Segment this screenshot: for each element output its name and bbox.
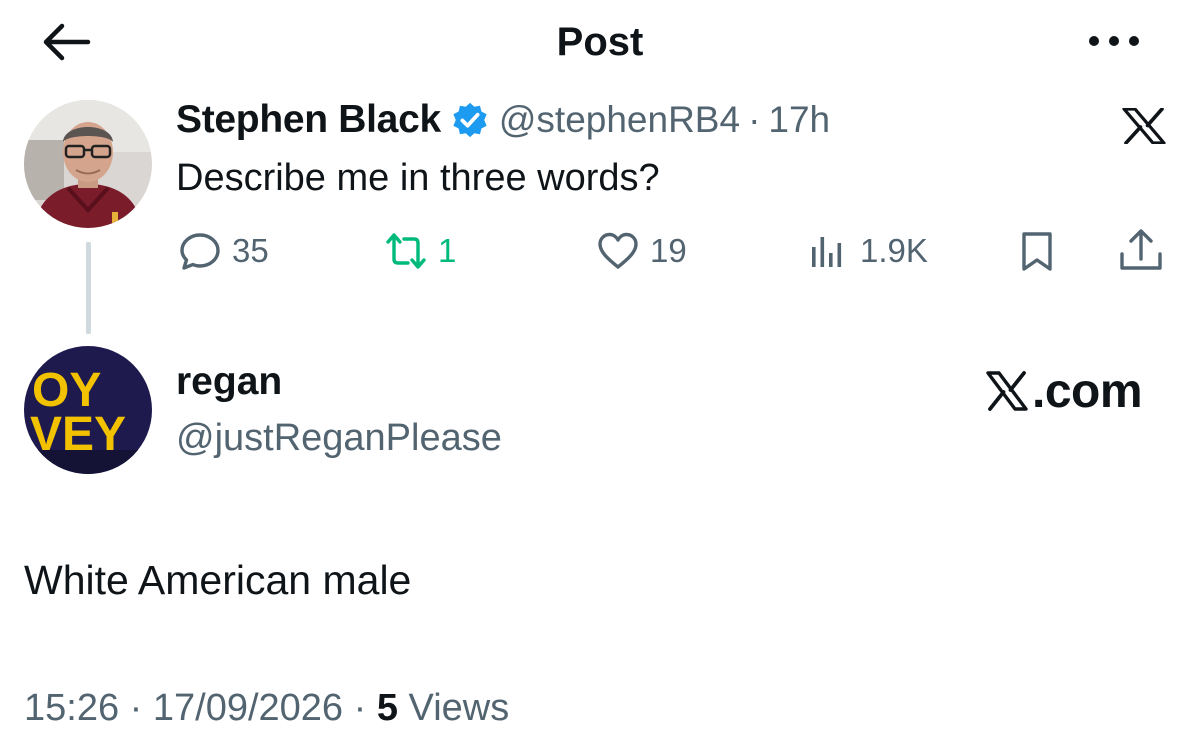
like-count: 19 (650, 232, 687, 269)
meta-views-label: Views (408, 687, 510, 729)
meta-separator: · (129, 687, 143, 729)
repost-count: 1 (438, 232, 457, 269)
reply-button[interactable]: 35 (178, 226, 269, 276)
share-button[interactable] (1116, 228, 1166, 274)
avatar-text-vey: VEY (30, 408, 126, 461)
repost-button[interactable]: 1 (384, 226, 456, 276)
bookmark-icon (1022, 232, 1052, 271)
reply-icon (180, 233, 220, 270)
meta-separator: · (353, 687, 367, 729)
meta-views-count[interactable]: 5 (377, 687, 398, 729)
more-options-button[interactable] (1084, 26, 1144, 56)
author-handle[interactable]: @stephenRB4 (499, 99, 740, 141)
meta-date: 17/09/2026 (152, 687, 344, 729)
avatar-regan[interactable]: OY VEY (24, 346, 152, 474)
post-time[interactable]: 17h (768, 99, 830, 141)
post-text: Describe me in three words? (176, 157, 660, 199)
thread-connector-line (86, 242, 91, 334)
reply-author-handle[interactable]: @justReganPlease (176, 414, 502, 462)
more-horizontal-icon (1089, 36, 1139, 46)
share-icon (1120, 229, 1162, 270)
separator-dot: · (748, 99, 761, 140)
original-post-header: Stephen Black @stephenRB4 · 17h (176, 96, 830, 144)
watermark-text: .com (1032, 364, 1143, 418)
x-logo-icon (986, 371, 1028, 411)
avatar-stephen-black[interactable] (24, 100, 152, 228)
meta-time: 15:26 (24, 687, 120, 729)
views-count: 1.9K (860, 232, 928, 269)
reply-count: 35 (232, 232, 269, 269)
post-meta: 15:26 · 17/09/2026 · 5 Views (24, 684, 509, 732)
reply-author-name[interactable]: regan (176, 358, 282, 406)
analytics-icon (812, 237, 842, 267)
bookmark-button[interactable] (1016, 230, 1058, 272)
heart-icon (598, 232, 638, 269)
repost-icon (386, 233, 426, 269)
verified-badge-icon (441, 101, 489, 139)
x-com-watermark: .com (984, 364, 1143, 418)
like-button[interactable]: 19 (596, 226, 687, 276)
page-title: Post (556, 20, 644, 64)
views-button[interactable]: 1.9K (806, 226, 928, 276)
x-logo-icon (1120, 108, 1168, 144)
author-name[interactable]: Stephen Black (176, 98, 441, 142)
reply-text: White American male (24, 557, 412, 603)
